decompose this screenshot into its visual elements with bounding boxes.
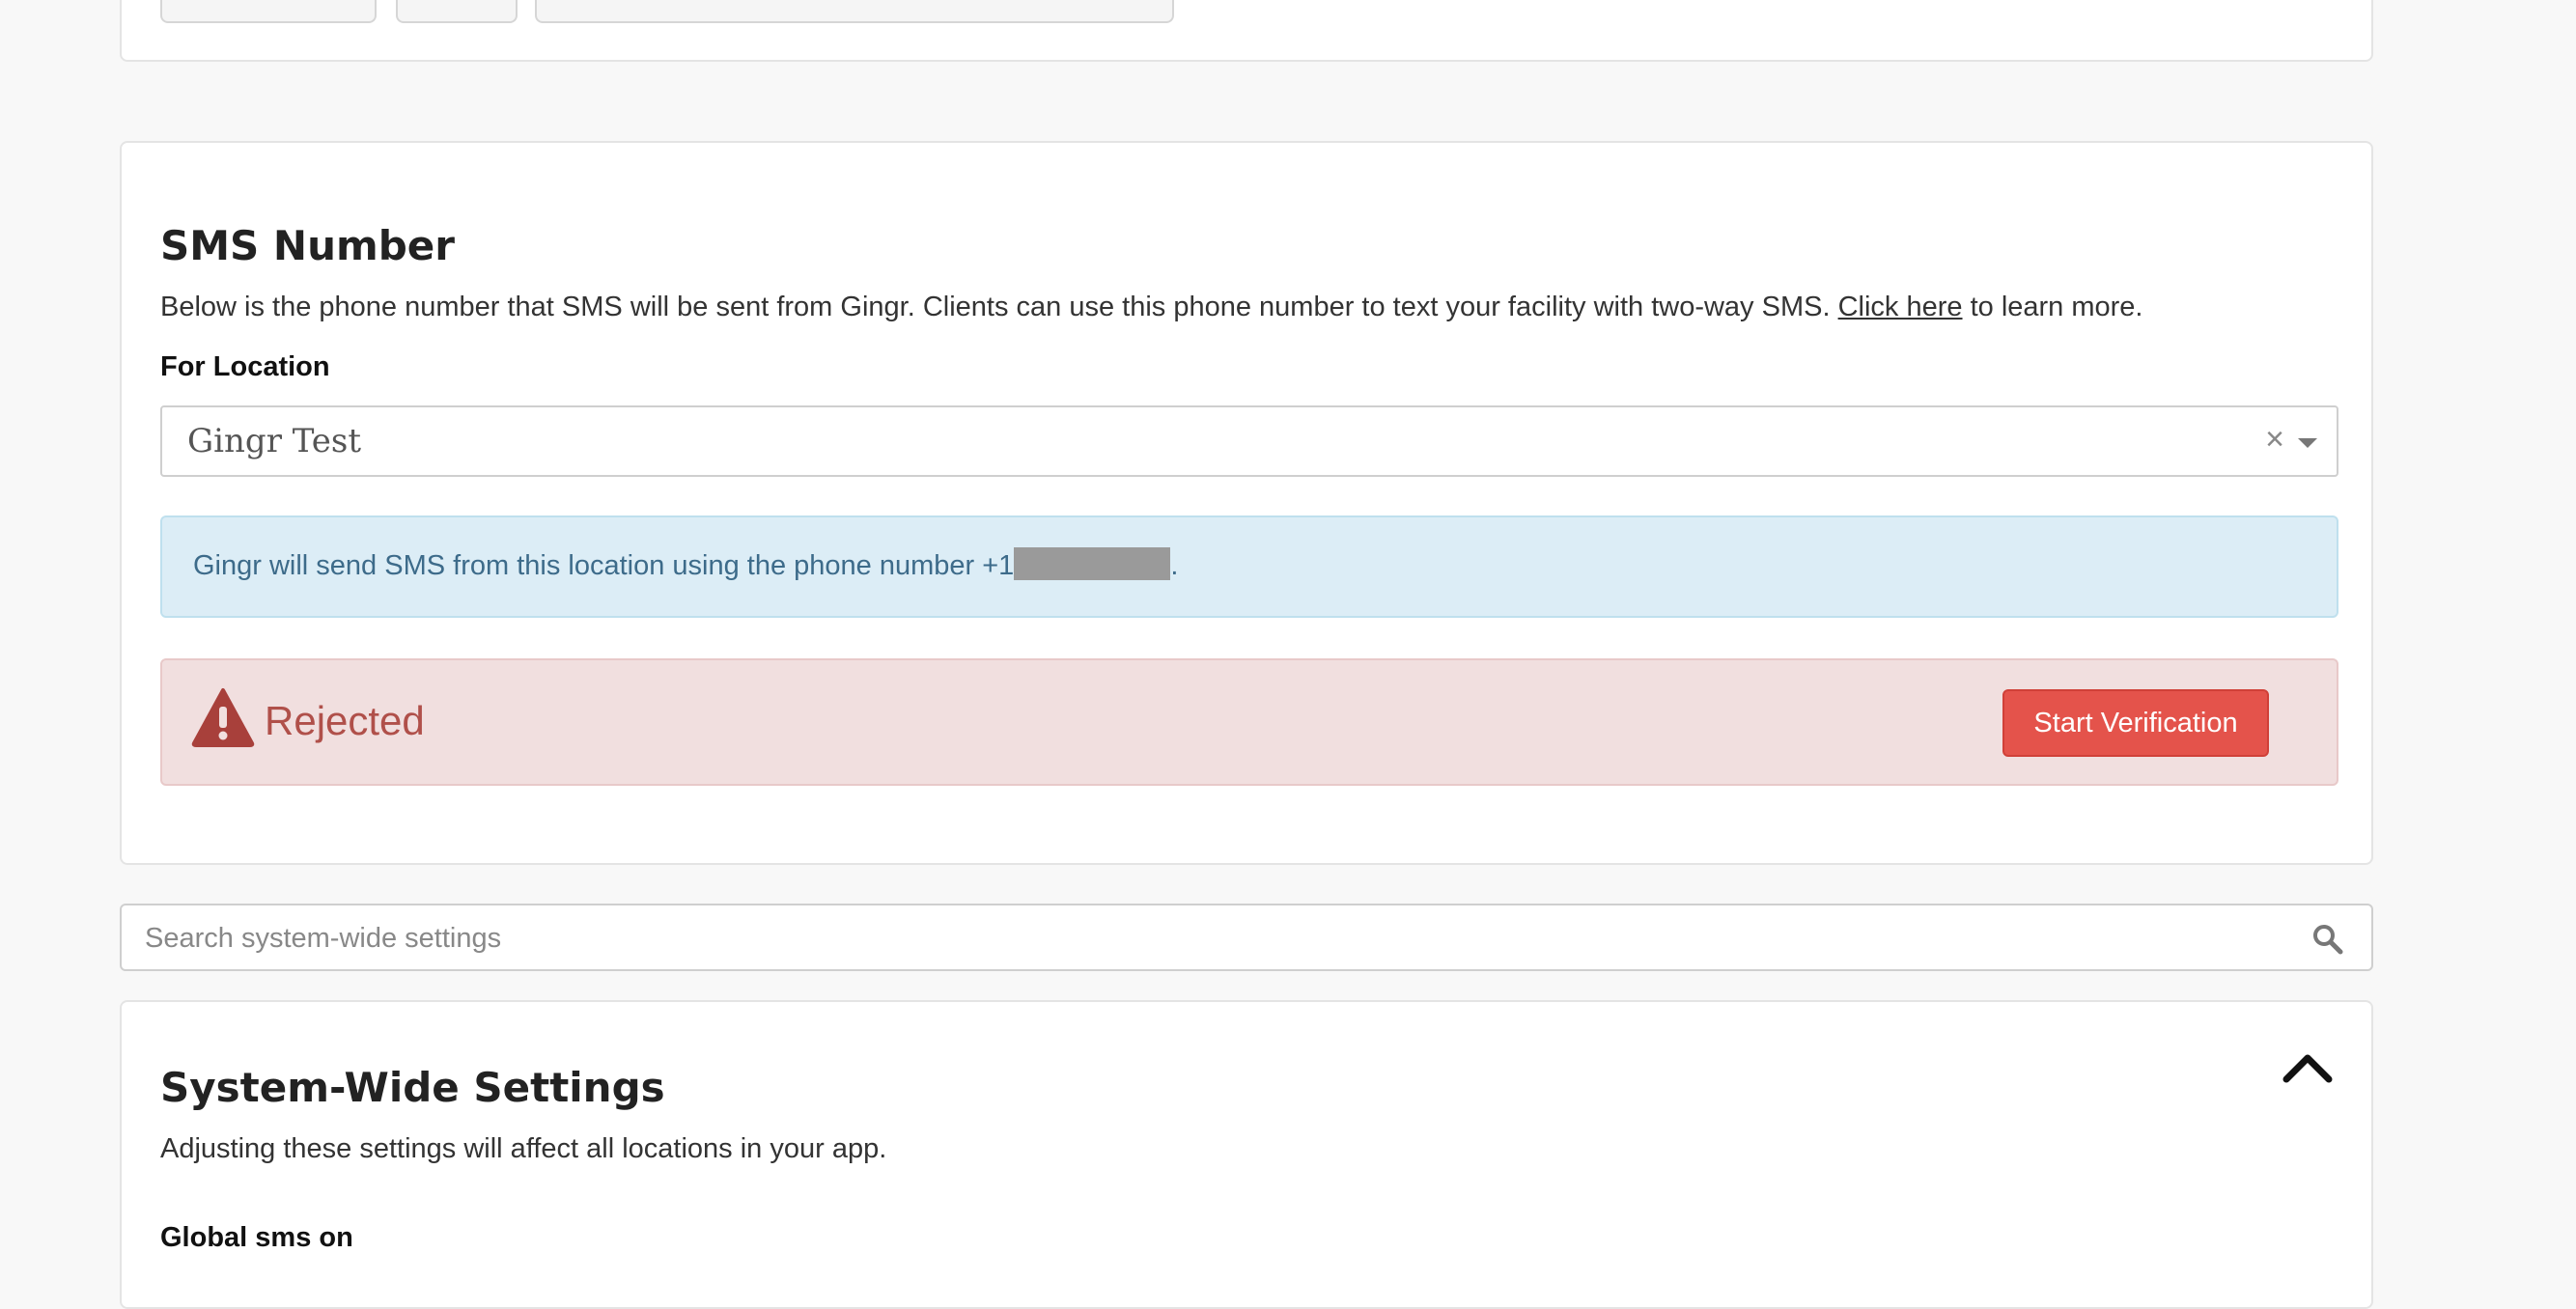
phone-info-text: Gingr will send SMS from this location u… (193, 547, 1179, 581)
description-suffix: to learn more. (1962, 292, 2143, 322)
system-wide-settings-title: System-Wide Settings (160, 1064, 665, 1111)
phone-info-prefix: Gingr will send SMS from this location u… (193, 550, 1015, 581)
system-wide-settings-description: Adjusting these settings will affect all… (160, 1133, 887, 1164)
location-select[interactable]: Gingr Test × (160, 405, 2338, 477)
close-icon[interactable]: × (2265, 423, 2284, 456)
warning-icon (191, 688, 255, 747)
chevron-up-icon[interactable] (2281, 1048, 2335, 1087)
caret-down-icon[interactable] (2298, 438, 2317, 448)
verification-status-alert: Rejected Start Verification (160, 658, 2338, 786)
previous-card-button-3[interactable] (535, 0, 1174, 23)
search-icon[interactable] (2311, 923, 2344, 956)
phone-info-alert: Gingr will send SMS from this location u… (160, 515, 2338, 618)
for-location-label: For Location (160, 351, 330, 382)
start-verification-button[interactable]: Start Verification (2002, 689, 2269, 757)
previous-card-button-1[interactable] (160, 0, 377, 23)
system-settings-search (120, 904, 2373, 971)
previous-settings-card (120, 0, 2373, 62)
sms-number-description: Below is the phone number that SMS will … (160, 293, 2143, 321)
search-input[interactable] (145, 919, 2269, 958)
sms-number-card: SMS Number Below is the phone number tha… (120, 141, 2373, 865)
status-badge: Rejected (265, 698, 425, 743)
phone-info-suffix: . (1170, 550, 1179, 581)
redacted-phone-number (1014, 547, 1171, 581)
previous-card-button-2[interactable] (396, 0, 518, 23)
location-select-value: Gingr Test (187, 422, 362, 460)
click-here-link[interactable]: Click here (1838, 292, 1963, 322)
sms-number-title: SMS Number (160, 222, 455, 269)
description-text: Below is the phone number that SMS will … (160, 292, 1838, 322)
global-sms-on-label: Global sms on (160, 1222, 353, 1253)
system-wide-settings-card: System-Wide Settings Adjusting these set… (120, 1000, 2373, 1309)
